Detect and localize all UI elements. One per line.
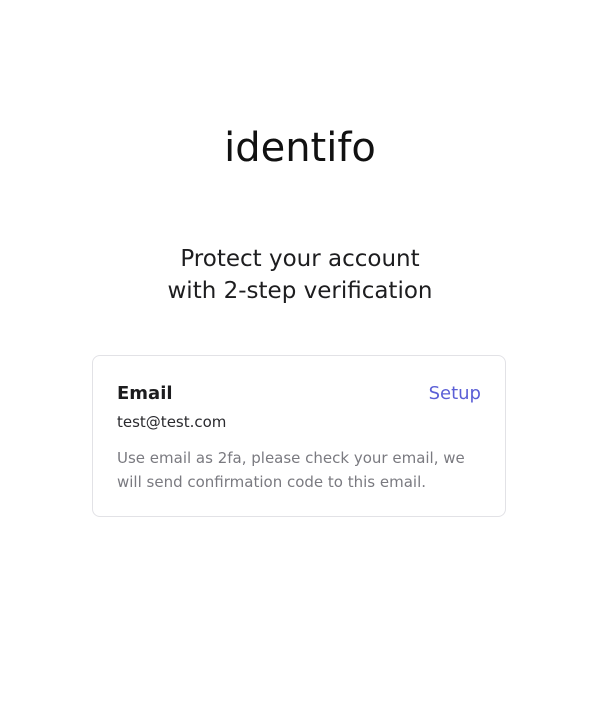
email-method-description: Use email as 2fa, please check your emai… [117, 449, 465, 491]
email-2fa-card: Email Setup test@test.com Use email as 2… [92, 355, 506, 517]
page-title-line-2: with 2-step verification [167, 278, 433, 304]
page-title: Protect your account with 2-step verific… [0, 243, 600, 307]
user-email-value: test@test.com [117, 413, 227, 431]
setup-email-link[interactable]: Setup [429, 382, 481, 406]
app-logo: identifo [224, 125, 376, 171]
page-title-line-1: Protect your account [180, 246, 420, 272]
email-method-title: Email [117, 383, 173, 404]
